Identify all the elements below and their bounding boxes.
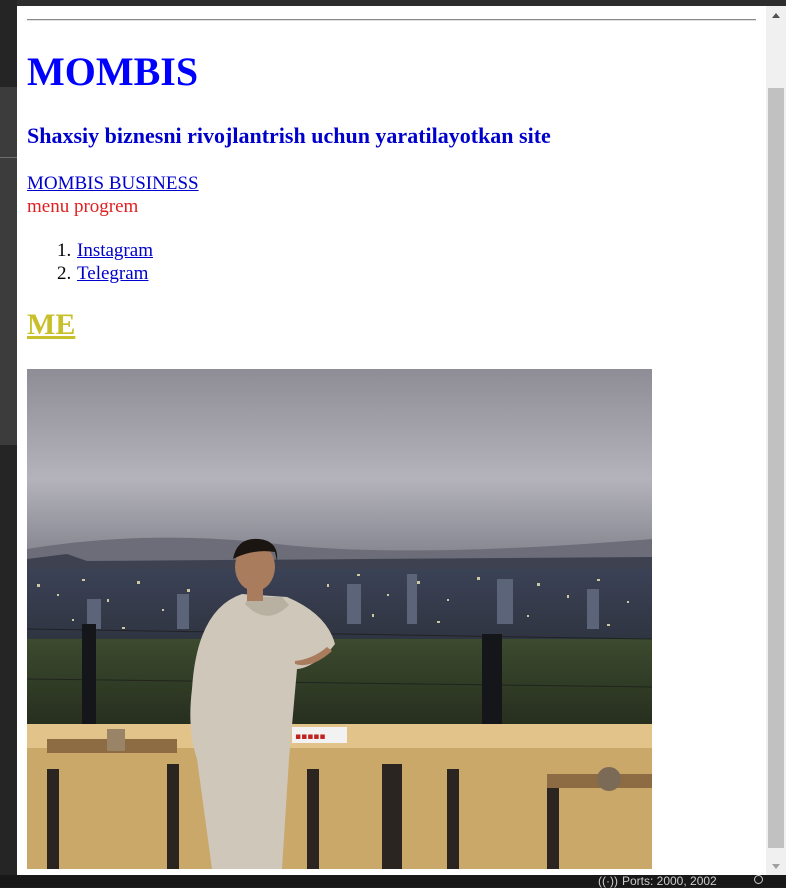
page-title: MOMBIS <box>27 49 199 94</box>
editor-divider <box>0 157 17 158</box>
profile-photo: ▪▪▪▪▪ <box>27 369 652 869</box>
svg-text:▪▪▪▪▪: ▪▪▪▪▪ <box>295 732 326 742</box>
bell-icon[interactable] <box>754 875 763 884</box>
menu-text: menu progrem <box>27 196 139 217</box>
page-subtitle: Shaxsiy biznesni rivojlantrish uchun yar… <box>27 123 551 148</box>
editor-panel <box>0 87 17 445</box>
scroll-up-arrow-icon[interactable] <box>766 6 786 26</box>
browser-viewport: MOMBIS Shaxsiy biznesni rivojlantrish uc… <box>17 6 766 875</box>
scroll-thumb[interactable] <box>768 88 784 848</box>
scroll-down-arrow-icon[interactable] <box>766 859 786 875</box>
ports-indicator[interactable]: ((·)) Ports: 2000, 2002 <box>598 874 717 888</box>
broadcast-icon: ((·)) <box>598 874 618 888</box>
vertical-scrollbar[interactable] <box>766 6 786 875</box>
horizontal-rule <box>27 19 756 21</box>
editor-background <box>0 0 17 887</box>
ports-label: Ports: 2000, 2002 <box>621 874 717 888</box>
telegram-link[interactable]: Telegram <box>77 262 148 285</box>
list-number: 2. <box>57 263 72 284</box>
business-link[interactable]: MOMBIS BUSINESS <box>27 173 199 195</box>
status-bar: ((·)) Ports: 2000, 2002 <box>0 874 786 888</box>
instagram-link[interactable]: Instagram <box>77 239 153 262</box>
list-number: 1. <box>57 240 72 261</box>
me-heading: ME <box>27 308 76 341</box>
